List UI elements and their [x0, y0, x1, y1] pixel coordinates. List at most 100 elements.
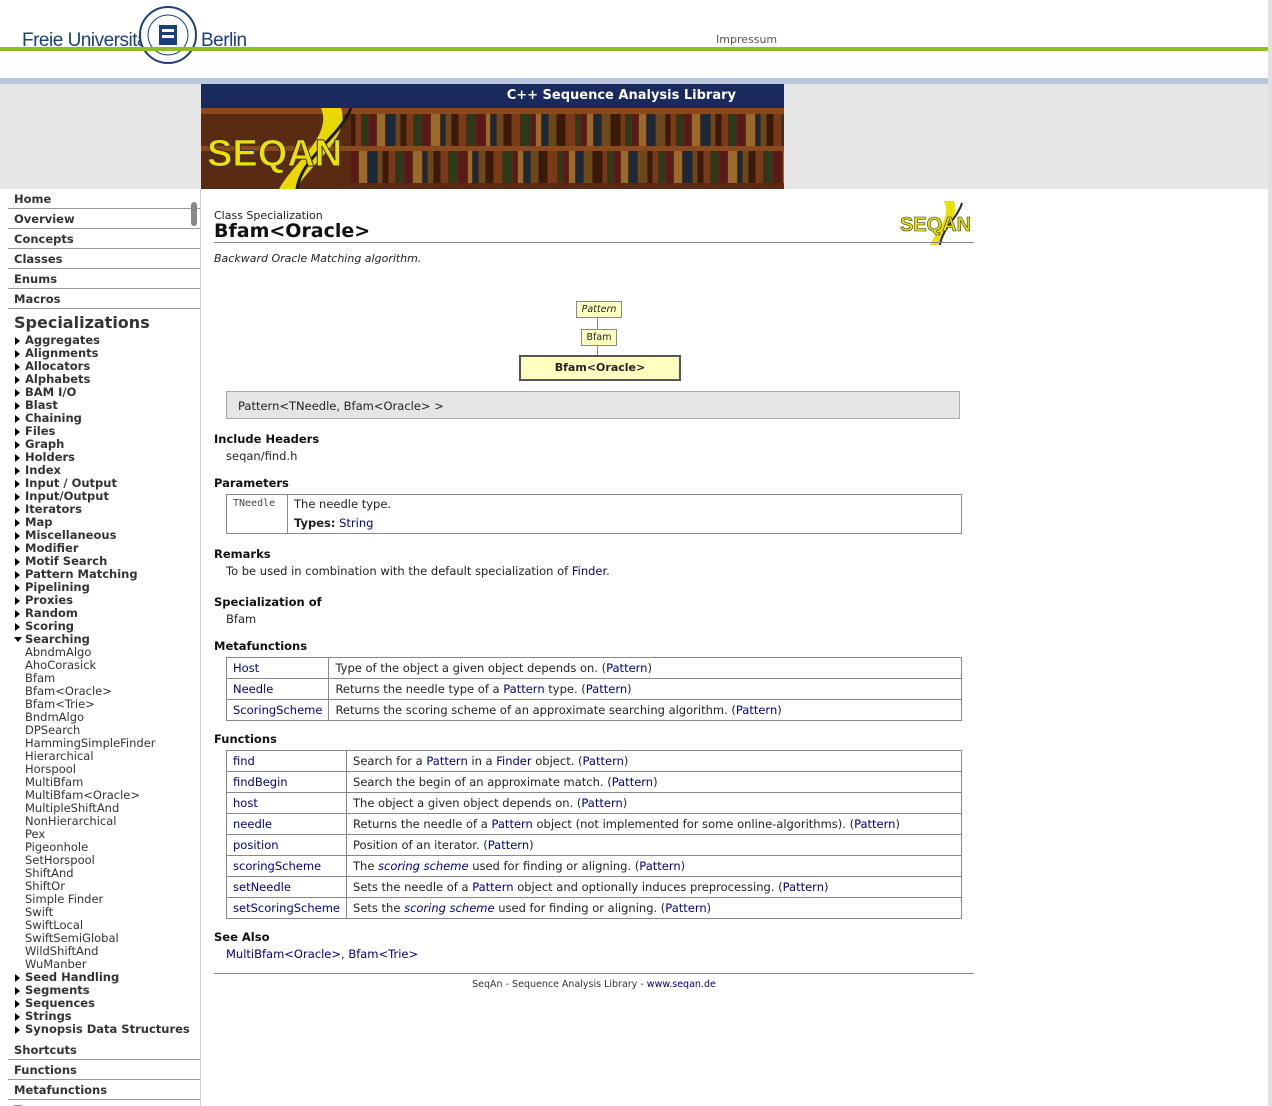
see-also-heading: See Also [214, 930, 270, 944]
collapsed-triangle-icon[interactable] [15, 974, 20, 982]
metafunctions-heading: Metafunctions [214, 639, 308, 653]
description-cell: Search the begin of an approximate match… [346, 771, 962, 793]
description-link[interactable]: scoring scheme [378, 859, 468, 873]
function-link[interactable]: find [233, 754, 255, 768]
function-link[interactable]: needle [233, 817, 272, 831]
header-green-rule [0, 47, 1272, 51]
collapsed-triangle-icon[interactable] [15, 1000, 20, 1008]
description-link[interactable]: Pattern [586, 682, 627, 696]
nav-overview[interactable]: Overview [8, 209, 200, 229]
collapsed-triangle-icon[interactable] [15, 480, 20, 488]
description-link[interactable]: Pattern [854, 817, 895, 831]
hierarchy-pattern-box[interactable]: Pattern [576, 301, 622, 318]
collapsed-triangle-icon[interactable] [15, 571, 20, 579]
collapsed-triangle-icon[interactable] [15, 545, 20, 553]
collapsed-triangle-icon[interactable] [15, 532, 20, 540]
function-link[interactable]: ScoringScheme [233, 703, 322, 717]
collapsed-triangle-icon[interactable] [15, 389, 20, 397]
nav-enums[interactable]: Enums [8, 269, 200, 289]
function-link[interactable]: setNeedle [233, 880, 291, 894]
nav-shortcuts[interactable]: Shortcuts [8, 1040, 200, 1060]
nav-tags[interactable]: Tags [8, 1100, 200, 1106]
collapsed-triangle-icon[interactable] [15, 987, 20, 995]
description-link[interactable]: Pattern [612, 775, 653, 789]
description-link[interactable]: Pattern [606, 661, 647, 675]
nav-macros[interactable]: Macros [8, 289, 200, 309]
description-link[interactable]: Pattern [665, 901, 706, 915]
see-also-link[interactable]: MultiBfam<Oracle> [226, 947, 341, 961]
collapsed-triangle-icon[interactable] [15, 519, 20, 527]
see-also-link[interactable]: Bfam<Trie> [348, 947, 418, 961]
category-searching[interactable]: Searching [0, 633, 200, 646]
collapsed-triangle-icon[interactable] [15, 1026, 20, 1034]
param-description-cell: The needle type. Types: String [287, 494, 962, 534]
description-link[interactable]: Pattern [426, 754, 467, 768]
seqan-logo-icon[interactable]: SEQAN [900, 199, 974, 245]
collapsed-triangle-icon[interactable] [15, 506, 20, 514]
specializations-heading[interactable]: Specializations [14, 313, 200, 332]
collapsed-triangle-icon[interactable] [15, 363, 20, 371]
collapsed-triangle-icon[interactable] [15, 623, 20, 631]
collapsed-triangle-icon[interactable] [15, 454, 20, 462]
category-label: Alphabets [25, 372, 91, 386]
description-text: Returns the needle type of a [335, 682, 504, 696]
category-label: Pipelining [25, 580, 90, 594]
description-link[interactable]: Pattern [736, 703, 777, 717]
impressum-link[interactable]: Impressum [716, 33, 777, 46]
description-link[interactable]: Pattern [639, 859, 680, 873]
collapsed-triangle-icon[interactable] [15, 428, 20, 436]
footer-website-link[interactable]: www.seqan.de [647, 979, 716, 990]
collapsed-triangle-icon[interactable] [15, 584, 20, 592]
hierarchy-bfam-box[interactable]: Bfam [581, 329, 617, 346]
specialization-of-link[interactable]: Bfam [226, 612, 256, 626]
function-link[interactable]: position [233, 838, 279, 852]
category-label: Files [25, 424, 56, 438]
nav-metafunctions[interactable]: Metafunctions [8, 1080, 200, 1100]
nav-functions[interactable]: Functions [8, 1060, 200, 1080]
collapsed-triangle-icon[interactable] [15, 597, 20, 605]
function-link[interactable]: Host [233, 661, 259, 675]
hierarchy-connector [597, 345, 598, 355]
nav-home[interactable]: Home [8, 189, 200, 209]
function-link[interactable]: host [233, 796, 258, 810]
function-link[interactable]: setScoringScheme [233, 901, 340, 915]
category-synopsis-data-structures[interactable]: Synopsis Data Structures [0, 1023, 200, 1036]
description-link[interactable]: Pattern [491, 817, 532, 831]
collapsed-triangle-icon[interactable] [15, 467, 20, 475]
function-link[interactable]: scoringScheme [233, 859, 321, 873]
nav-concepts[interactable]: Concepts [8, 229, 200, 249]
description-link[interactable]: Pattern [488, 838, 529, 852]
description-link[interactable]: Pattern [583, 754, 624, 768]
functions-table: find Search for a Pattern in a Finder obj… [225, 750, 962, 919]
page-title: Bfam<Oracle> [214, 220, 371, 242]
finder-link[interactable]: Finder [572, 564, 606, 578]
description-link[interactable]: Pattern [503, 682, 544, 696]
param-type-link[interactable]: String [339, 516, 373, 530]
description-link[interactable]: Pattern [581, 796, 622, 810]
collapsed-triangle-icon[interactable] [15, 558, 20, 566]
university-seal-icon[interactable] [138, 5, 198, 65]
nav-classes[interactable]: Classes [8, 249, 200, 269]
collapsed-triangle-icon[interactable] [15, 415, 20, 423]
description-link[interactable]: Pattern [472, 880, 513, 894]
function-link[interactable]: findBegin [233, 775, 288, 789]
collapsed-triangle-icon[interactable] [15, 493, 20, 501]
collapsed-triangle-icon[interactable] [15, 376, 20, 384]
description-text: object (not implemented for some online-… [532, 817, 855, 831]
collapsed-triangle-icon[interactable] [15, 610, 20, 618]
description-link[interactable]: scoring scheme [404, 901, 494, 915]
description-text: ) [529, 838, 534, 852]
description-link[interactable]: Finder [496, 754, 531, 768]
see-also-links: MultiBfam<Oracle>, Bfam<Trie> [226, 947, 418, 961]
page-scrollbar[interactable] [1268, 0, 1272, 1106]
collapsed-triangle-icon[interactable] [15, 402, 20, 410]
collapsed-triangle-icon[interactable] [15, 1013, 20, 1021]
description-link[interactable]: Pattern [783, 880, 824, 894]
function-link[interactable]: Needle [233, 682, 273, 696]
expanded-triangle-icon[interactable] [14, 637, 22, 642]
sidebar-scrollbar[interactable] [191, 202, 197, 226]
collapsed-triangle-icon[interactable] [15, 337, 20, 345]
collapsed-triangle-icon[interactable] [15, 441, 20, 449]
name-cell: Needle [225, 678, 330, 700]
collapsed-triangle-icon[interactable] [15, 350, 20, 358]
